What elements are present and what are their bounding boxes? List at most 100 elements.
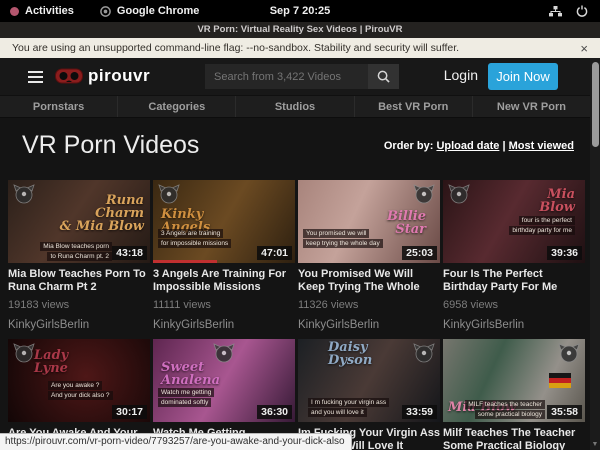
- video-card[interactable]: MiaBlow four is the perfectbirthday part…: [443, 180, 585, 331]
- nav-item-new-vr-porn[interactable]: New VR Porn: [472, 96, 590, 117]
- network-icon[interactable]: [549, 6, 562, 17]
- video-thumbnail[interactable]: Mia Blow MILF teaches the teachersome pr…: [443, 339, 585, 422]
- video-card[interactable]: BillieStar You promised we willkeep tryi…: [298, 180, 440, 331]
- order-separator: |: [499, 140, 508, 152]
- search-box: [205, 64, 399, 89]
- studio-logo-icon: [413, 184, 435, 204]
- search-button[interactable]: [368, 64, 399, 89]
- thumbnail-caption: Watch me gettingdominated softly: [158, 387, 214, 407]
- status-bar-url: https://pirouvr.com/vr-porn-video/779325…: [0, 433, 352, 450]
- nav-item-studios[interactable]: Studios: [235, 96, 353, 117]
- duration-badge: 33:59: [402, 405, 437, 419]
- duration-badge: 36:30: [257, 405, 292, 419]
- thumbnail-caption: MILF teaches the teachersome practical b…: [465, 399, 545, 419]
- studio-link[interactable]: KinkyGirlsBerlin: [443, 319, 585, 331]
- system-top-bar: Activities Google Chrome Sep 7 20:25: [0, 0, 600, 22]
- video-card[interactable]: KinkyAngels 3 Angels are trainingfor imp…: [153, 180, 295, 331]
- thumbnail-overlay-title: BillieStar: [387, 210, 426, 236]
- video-grid: RunaCharm& Mia Blow Mia Blow teaches por…: [8, 180, 588, 450]
- duration-badge: 25:03: [402, 246, 437, 260]
- join-now-button[interactable]: Join Now: [488, 63, 558, 90]
- order-most-viewed-link[interactable]: Most viewed: [509, 140, 574, 152]
- scrollbar-down-arrow[interactable]: ▼: [590, 441, 600, 448]
- nav-item-pornstars[interactable]: Pornstars: [0, 96, 117, 117]
- thumbnail-caption: Mia Blow teaches pornto Runa Charm pt. 2: [40, 241, 112, 261]
- studio-logo-icon: [558, 343, 580, 363]
- video-card[interactable]: RunaCharm& Mia Blow Mia Blow teaches por…: [8, 180, 150, 331]
- video-title[interactable]: You Promised We Will Keep Trying The Who…: [298, 268, 440, 294]
- logo-text: pirouvr: [88, 66, 150, 86]
- studio-logo-icon: [13, 343, 35, 363]
- activities-label: Activities: [25, 5, 74, 17]
- studio-logo-icon: [13, 184, 35, 204]
- video-thumbnail[interactable]: RunaCharm& Mia Blow Mia Blow teaches por…: [8, 180, 150, 263]
- order-by-label: Order by:: [384, 140, 434, 152]
- watch-progress-bar: [153, 260, 217, 263]
- studio-logo-icon: [158, 184, 180, 204]
- clock[interactable]: Sep 7 20:25: [0, 5, 600, 17]
- video-thumbnail[interactable]: BillieStar You promised we willkeep tryi…: [298, 180, 440, 263]
- video-title[interactable]: 3 Angels Are Training For Impossible Mis…: [153, 268, 295, 294]
- studio-logo-icon: [213, 343, 235, 363]
- german-flag: [549, 373, 571, 388]
- video-thumbnail[interactable]: SweetAnalena Watch me gettingdominated s…: [153, 339, 295, 422]
- duration-badge: 43:18: [112, 246, 147, 260]
- activities-button[interactable]: Activities: [10, 5, 74, 17]
- power-icon[interactable]: [576, 5, 588, 17]
- thumbnail-overlay-title: SweetAnalena: [161, 361, 220, 387]
- order-upload-date-link[interactable]: Upload date: [436, 140, 499, 152]
- video-thumbnail[interactable]: DaisyDyson I m fucking your virgin assan…: [298, 339, 440, 422]
- studio-logo-icon: [413, 343, 435, 363]
- video-views: 19183 views: [8, 299, 150, 311]
- app-menu-button[interactable]: Google Chrome: [100, 5, 200, 17]
- thumbnail-overlay-title: DaisyDyson: [328, 341, 372, 367]
- thumbnail-overlay-title: MiaBlow: [539, 188, 575, 214]
- infobar-close-icon[interactable]: ×: [580, 42, 588, 55]
- chrome-infobar: You are using an unsupported command-lin…: [0, 38, 600, 58]
- site-header: pirouvr Login Join Now: [0, 58, 600, 95]
- notification-dot-icon: [10, 7, 19, 16]
- studio-link[interactable]: KinkyGirlsBerlin: [298, 319, 440, 331]
- thumbnail-caption: I m fucking your virgin assand you will …: [308, 397, 389, 417]
- video-views: 11111 views: [153, 299, 295, 311]
- scrollbar-thumb[interactable]: [592, 62, 599, 147]
- thumbnail-caption: four is the perfectbirthday party for me: [509, 215, 575, 235]
- video-views: 11326 views: [298, 299, 440, 311]
- order-by: Order by: Upload date | Most viewed: [384, 140, 574, 152]
- thumbnail-caption: 3 Angels are trainingfor impossible miss…: [158, 228, 231, 248]
- duration-badge: 35:58: [547, 405, 582, 419]
- vr-headset-icon: [55, 68, 83, 85]
- video-card[interactable]: Mia Blow MILF teaches the teachersome pr…: [443, 339, 585, 450]
- video-title[interactable]: Milf Teaches The Teacher Some Practical …: [443, 427, 585, 450]
- studio-link[interactable]: KinkyGirlsBerlin: [153, 319, 295, 331]
- infobar-message: You are using an unsupported command-lin…: [12, 42, 459, 54]
- video-views: 6958 views: [443, 299, 585, 311]
- video-title[interactable]: Four Is The Perfect Birthday Party For M…: [443, 268, 585, 294]
- video-thumbnail[interactable]: LadyLyne Are you awake ?And your dick al…: [8, 339, 150, 422]
- search-input[interactable]: [205, 64, 368, 89]
- video-thumbnail[interactable]: MiaBlow four is the perfectbirthday part…: [443, 180, 585, 263]
- chrome-icon: [100, 6, 111, 17]
- thumbnail-overlay-title: LadyLyne: [34, 349, 68, 375]
- studio-link[interactable]: KinkyGirlsBerlin: [8, 319, 150, 331]
- main-nav: PornstarsCategoriesStudiosBest VR PornNe…: [0, 95, 590, 118]
- app-name-label: Google Chrome: [117, 5, 200, 17]
- video-title[interactable]: Mia Blow Teaches Porn To Runa Charm Pt 2: [8, 268, 150, 294]
- thumbnail-caption: Are you awake ?And your dick also ?: [48, 380, 113, 400]
- page-title: VR Porn Videos: [22, 131, 199, 160]
- scrollbar[interactable]: ▼: [590, 58, 600, 450]
- duration-badge: 39:36: [547, 246, 582, 260]
- login-link[interactable]: Login: [444, 67, 478, 83]
- page-head: VR Porn Videos Order by: Upload date | M…: [0, 118, 590, 180]
- nav-item-categories[interactable]: Categories: [117, 96, 235, 117]
- search-icon: [377, 70, 390, 83]
- duration-badge: 47:01: [257, 246, 292, 260]
- nav-item-best-vr-porn[interactable]: Best VR Porn: [354, 96, 472, 117]
- studio-logo-icon: [448, 184, 470, 204]
- hamburger-menu-icon[interactable]: [28, 71, 43, 86]
- duration-badge: 30:17: [112, 405, 147, 419]
- thumbnail-overlay-title: RunaCharm& Mia Blow: [60, 194, 144, 233]
- site-logo[interactable]: pirouvr: [55, 66, 150, 86]
- thumbnail-caption: You promised we willkeep trying the whol…: [303, 228, 383, 248]
- video-thumbnail[interactable]: KinkyAngels 3 Angels are trainingfor imp…: [153, 180, 295, 263]
